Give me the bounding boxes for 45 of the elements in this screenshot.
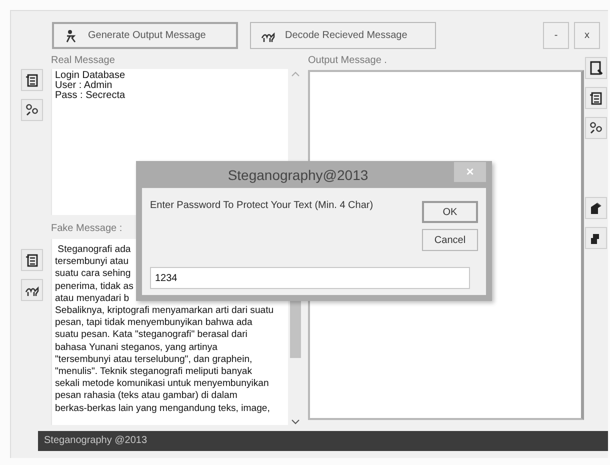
text-line: Steganografi ada bbox=[56, 244, 131, 256]
toolbar-button[interactable]: Generate Output Message bbox=[52, 22, 238, 49]
copy-button[interactable] bbox=[585, 227, 607, 249]
text-line: penerima, tidak as bbox=[55, 280, 134, 293]
minimize-button[interactable]: - bbox=[543, 22, 569, 49]
text-line: pesan, tapi tidak menyembunyikan bahwa ada bbox=[55, 317, 252, 330]
text-line: bahasa Yunani steganos, yang artinya bbox=[55, 342, 218, 354]
field-label: Real Message bbox=[51, 55, 116, 68]
text-line: "tersembunyi atau terselubung", dan graphein, bbox=[55, 354, 252, 366]
text-line: Sebaliknya, kriptografi menyamarkan arti dari suatu bbox=[55, 305, 274, 318]
field-label: Fake Message : bbox=[51, 223, 124, 236]
field-label: Output Message . bbox=[308, 55, 388, 68]
text-line: atau menyadari b bbox=[55, 292, 130, 306]
paste-icon bbox=[589, 201, 603, 215]
tools-button[interactable] bbox=[585, 117, 607, 139]
text-line: "menulis". Teknik steganografi meliputi banyak bbox=[55, 366, 252, 378]
tools-icon bbox=[25, 103, 39, 117]
text-line: tersembunyi atau bbox=[55, 256, 129, 268]
password-field[interactable]: 1234 bbox=[150, 267, 470, 289]
cancel-button[interactable]: Cancel bbox=[422, 229, 478, 251]
text-line: suatu cara sehing bbox=[55, 268, 131, 281]
tools-button[interactable] bbox=[21, 99, 43, 121]
text-line: Login Database bbox=[55, 71, 126, 81]
text-line: suatu pesan. Kata "steganografi" berasal dari bbox=[55, 329, 248, 342]
text-line: User : Admin bbox=[55, 81, 112, 91]
list-icon bbox=[589, 91, 603, 105]
list-icon bbox=[25, 253, 39, 267]
text-line: Pass : Secrecta bbox=[55, 91, 126, 101]
tools-icon bbox=[589, 121, 603, 135]
ok-button[interactable]: OK bbox=[422, 201, 478, 223]
paste-button[interactable] bbox=[585, 197, 607, 219]
document-button[interactable] bbox=[585, 57, 607, 79]
document-icon bbox=[589, 61, 603, 75]
camel-button[interactable] bbox=[21, 279, 43, 301]
close-button[interactable]: x bbox=[574, 22, 600, 49]
status-text: Steganography @2013 bbox=[44, 435, 148, 446]
list-button[interactable] bbox=[585, 87, 607, 109]
list-button[interactable] bbox=[21, 69, 43, 91]
person-icon bbox=[64, 28, 78, 42]
list-button[interactable] bbox=[21, 249, 43, 271]
text-line: pesan rahasia (teks atau gambar) di dalam bbox=[55, 390, 238, 403]
list-icon bbox=[25, 73, 39, 87]
text-line: sekali metode komunikasi untuk menyembunyikan bbox=[55, 378, 269, 390]
toolbar-button[interactable]: Decode Recieved Message bbox=[250, 22, 436, 49]
text-line: berkas-berkas lain yang mengandung teks, image, bbox=[55, 402, 270, 415]
